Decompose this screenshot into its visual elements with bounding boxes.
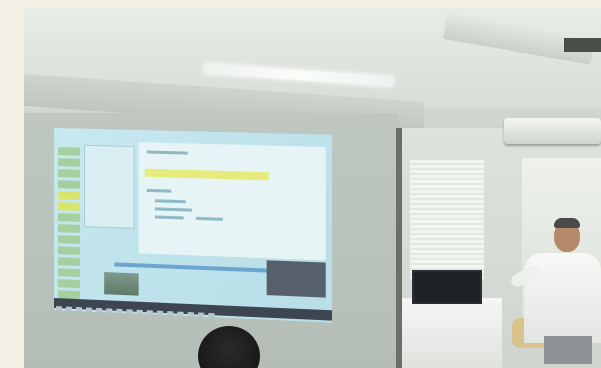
classroom-photo (24, 8, 601, 368)
projected-panel (84, 144, 135, 229)
projected-taskbar-icon (146, 310, 153, 315)
presenter-hair (554, 218, 580, 228)
projected-sidebar-item (57, 202, 81, 211)
projected-taskbar-icon (167, 311, 174, 316)
projected-taskbar-icon (136, 309, 143, 315)
projected-taskbar-icon (86, 307, 93, 312)
projected-screen (54, 128, 333, 323)
projected-taskbar-icon (96, 307, 103, 313)
window-blind (410, 160, 484, 280)
projected-taskbar-icon (126, 309, 133, 314)
projected-taskbar-icon (208, 312, 215, 318)
projected-sidebar-item (57, 257, 81, 267)
projected-sidebar-item (57, 279, 81, 289)
laptop (544, 336, 592, 364)
podium-monitor (412, 270, 482, 304)
ceiling-projector (564, 38, 601, 52)
projected-taskbar-icon (198, 312, 205, 317)
projected-sidebar-item (57, 158, 81, 167)
projected-sidebar-item (57, 213, 81, 222)
projected-sidebar (57, 144, 81, 300)
projected-taskbar-icon (187, 312, 194, 317)
podium (402, 298, 502, 368)
projected-taskbar-icon (106, 308, 113, 313)
projected-taskbar-icon (76, 306, 83, 312)
projected-thumbnail (104, 272, 139, 296)
projected-taskbar-icon (116, 308, 123, 314)
projected-taskbar-icon (177, 311, 184, 316)
projected-video-panel (266, 260, 326, 298)
projected-sidebar-item (57, 224, 81, 233)
projected-taskbar-icon (65, 306, 72, 311)
projected-sidebar-item (57, 191, 81, 200)
projected-sidebar-item (57, 246, 81, 256)
projected-taskbar-icon (156, 310, 164, 315)
air-conditioner (504, 118, 601, 144)
projected-sidebar-item (57, 180, 81, 189)
projected-sidebar-item (57, 268, 81, 278)
projected-taskbar-icon (55, 306, 62, 311)
projected-sidebar-item (57, 235, 81, 244)
projected-sidebar-item (57, 169, 81, 178)
projected-sidebar-item (57, 147, 81, 156)
